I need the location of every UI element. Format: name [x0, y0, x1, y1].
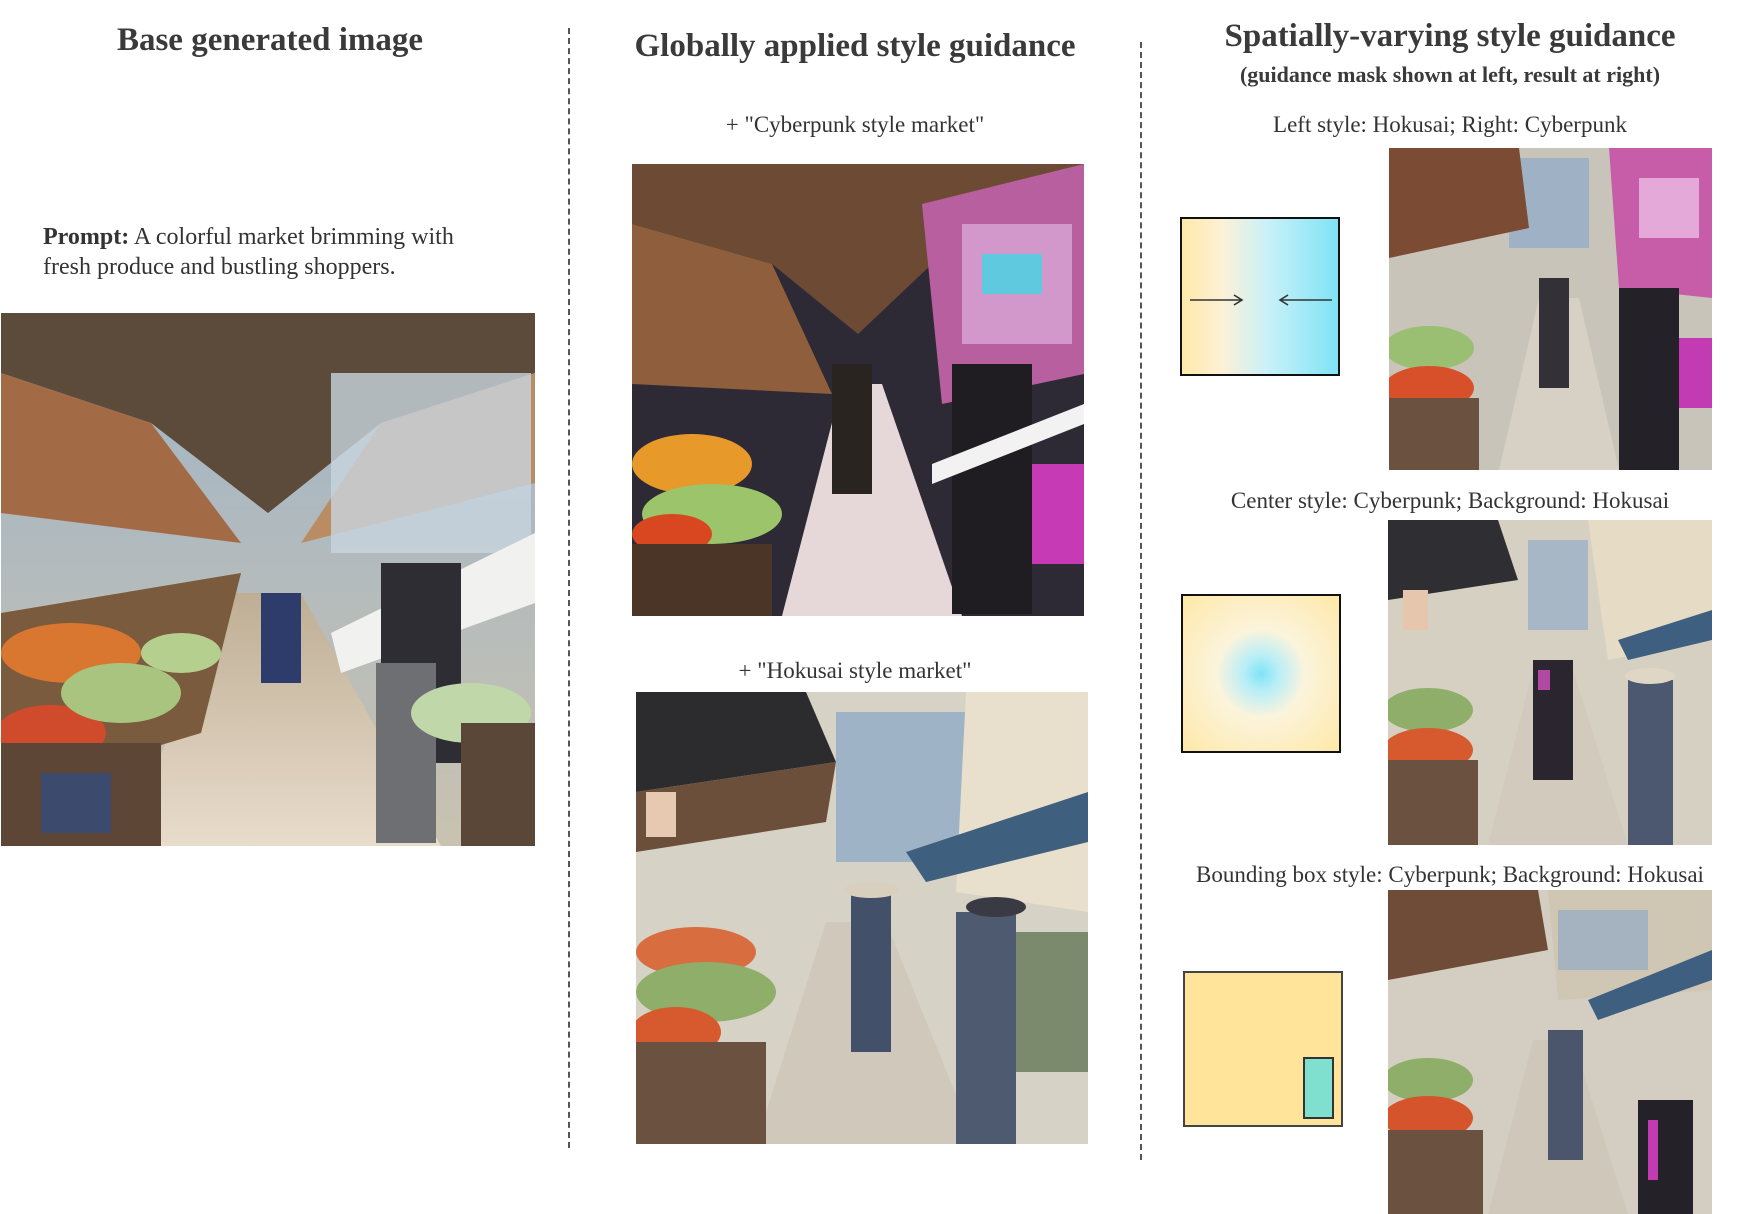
bounding-box-mask: [1183, 971, 1343, 1127]
hokusai-global-image: [636, 692, 1088, 1144]
caption-center-mask: Center style: Cyberpunk; Background: Hok…: [1230, 488, 1670, 513]
caption-hokusai-global: + "Hokusai style market": [738, 658, 972, 683]
base-column-title: Base generated image: [116, 22, 424, 58]
global-column-title: Globally applied style guidance: [634, 28, 1076, 64]
prompt-text-block: Prompt: A colorful market brimming with …: [43, 222, 503, 282]
center-radial-mask: [1181, 594, 1341, 753]
bounding-box-result-image: [1388, 890, 1712, 1214]
center-result-image: [1388, 520, 1712, 845]
base-market-image: [1, 313, 535, 846]
caption-bbox-mask: Bounding box style: Cyberpunk; Backgroun…: [1196, 862, 1704, 887]
cyberpunk-global-image: [632, 164, 1084, 616]
caption-cyberpunk-global: + "Cyberpunk style market": [725, 112, 985, 137]
left-pointing-arrow: [1278, 294, 1332, 306]
right-pointing-arrow: [1190, 294, 1244, 306]
left-right-result-image: [1389, 148, 1712, 470]
caption-left-right-mask: Left style: Hokusai; Right: Cyberpunk: [1273, 112, 1627, 137]
bounding-box-region: [1303, 1057, 1334, 1119]
column-divider-right: [1140, 42, 1142, 1160]
left-right-gradient-mask: [1180, 217, 1340, 376]
column-divider-left: [568, 28, 570, 1148]
spatial-column-subtitle: (guidance mask shown at left, result at …: [1239, 62, 1661, 87]
prompt-label: Prompt:: [43, 224, 130, 250]
spatial-column-title: Spatially-varying style guidance: [1224, 18, 1676, 54]
